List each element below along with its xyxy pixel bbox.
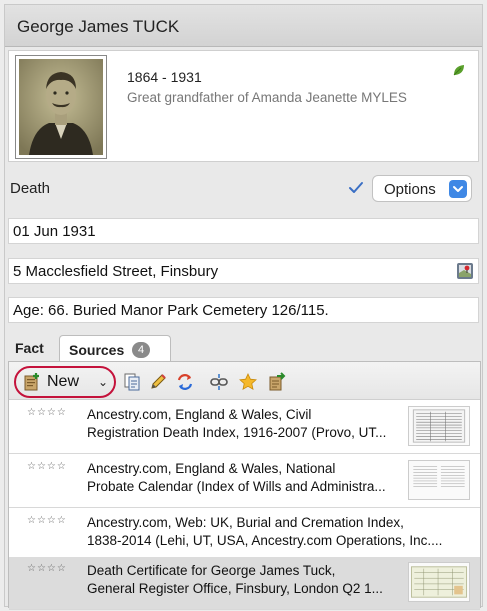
source-detail: 1838-2014 (Lehi, UT, USA, Ancestry.com O…	[87, 533, 443, 548]
life-years: 1864 - 1931	[127, 69, 202, 85]
rating-stars[interactable]: ☆☆☆☆	[27, 563, 67, 574]
map-pin-icon[interactable]	[456, 262, 474, 280]
source-detail: Probate Calendar (Index of Wills and Adm…	[87, 479, 386, 494]
new-button-label: New	[47, 373, 80, 390]
date-value: 01 Jun 1931	[13, 223, 96, 240]
person-header: George James TUCK	[5, 5, 482, 47]
place-field[interactable]: 5 Macclesfield Street, Finsbury	[8, 258, 479, 284]
portrait-image	[19, 59, 103, 155]
description-field[interactable]: Age: 66. Buried Manor Park Cemetery 126/…	[8, 297, 479, 323]
source-row[interactable]: ☆☆☆☆ Ancestry.com, England & Wales, Nati…	[9, 455, 480, 508]
rating-stars[interactable]: ☆☆☆☆	[27, 461, 67, 472]
relationship-text: Great grandfather of Amanda Jeanette MYL…	[127, 90, 407, 105]
chevron-down-icon	[449, 180, 467, 198]
sources-count-badge: 4	[132, 342, 150, 358]
star-icon[interactable]	[238, 372, 258, 392]
person-photo[interactable]	[15, 55, 107, 159]
source-citation: Ancestry.com, Web: UK, Burial and Cremat…	[87, 514, 467, 550]
fact-type-label: Death	[10, 180, 51, 197]
new-source-button[interactable]: New ⌄	[14, 366, 116, 398]
source-title: Ancestry.com, England & Wales, National	[87, 461, 336, 476]
description-value: Age: 66. Buried Manor Park Cemetery 126/…	[13, 302, 329, 319]
date-field[interactable]: 01 Jun 1931	[8, 218, 479, 244]
copy-icon[interactable]	[122, 372, 142, 392]
leaf-icon[interactable]	[452, 63, 466, 77]
source-thumbnail[interactable]	[408, 562, 470, 602]
source-thumbnail[interactable]	[408, 406, 470, 446]
rating-stars[interactable]: ☆☆☆☆	[27, 515, 67, 526]
source-thumbnail[interactable]	[408, 460, 470, 500]
source-title: Ancestry.com, England & Wales, Civil	[87, 407, 312, 422]
options-label: Options	[384, 181, 436, 198]
tab-sources[interactable]: Sources 4	[59, 335, 171, 364]
replace-icon[interactable]	[175, 372, 195, 392]
chevron-down-icon: ⌄	[98, 375, 109, 389]
source-row[interactable]: ☆☆☆☆ Death Certificate for George James …	[9, 557, 480, 610]
checkmark-icon[interactable]	[347, 179, 365, 197]
source-citation: Ancestry.com, England & Wales, Civil Reg…	[87, 406, 405, 442]
pencil-icon[interactable]	[148, 372, 168, 392]
source-title: Death Certificate for George James Tuck,	[87, 563, 336, 578]
sources-panel: New ⌄ ☆☆☆☆ Ancestry.com, England & Wales…	[8, 361, 481, 610]
export-icon[interactable]	[267, 372, 287, 392]
add-source-icon	[24, 373, 39, 391]
source-title: Ancestry.com, Web: UK, Burial and Cremat…	[87, 515, 404, 530]
link-icon[interactable]	[209, 372, 229, 392]
source-citation: Death Certificate for George James Tuck,…	[87, 562, 405, 598]
rating-stars[interactable]: ☆☆☆☆	[27, 407, 67, 418]
source-row[interactable]: ☆☆☆☆ Ancestry.com, England & Wales, Civi…	[9, 401, 480, 454]
source-detail: General Register Office, Finsbury, Londo…	[87, 581, 383, 596]
tab-sources-label: Sources	[69, 342, 125, 358]
place-value: 5 Macclesfield Street, Finsbury	[13, 263, 219, 280]
source-detail: Registration Death Index, 1916-2007 (Pro…	[87, 425, 387, 440]
person-name: George James TUCK	[17, 17, 180, 36]
tab-bar: Fact Sources 4	[5, 332, 482, 364]
options-button[interactable]: Options	[372, 175, 472, 202]
source-row[interactable]: ☆☆☆☆ Ancestry.com, Web: UK, Burial and C…	[9, 509, 480, 562]
person-fact-panel: George James TUCK 1864 - 1931 Great gran…	[4, 4, 483, 610]
tab-fact[interactable]: Fact	[15, 340, 44, 356]
person-summary: 1864 - 1931 Great grandfather of Amanda …	[8, 50, 479, 162]
source-citation: Ancestry.com, England & Wales, National …	[87, 460, 405, 496]
fact-header-row: Death Options	[5, 171, 482, 207]
sources-toolbar: New ⌄	[9, 362, 480, 400]
